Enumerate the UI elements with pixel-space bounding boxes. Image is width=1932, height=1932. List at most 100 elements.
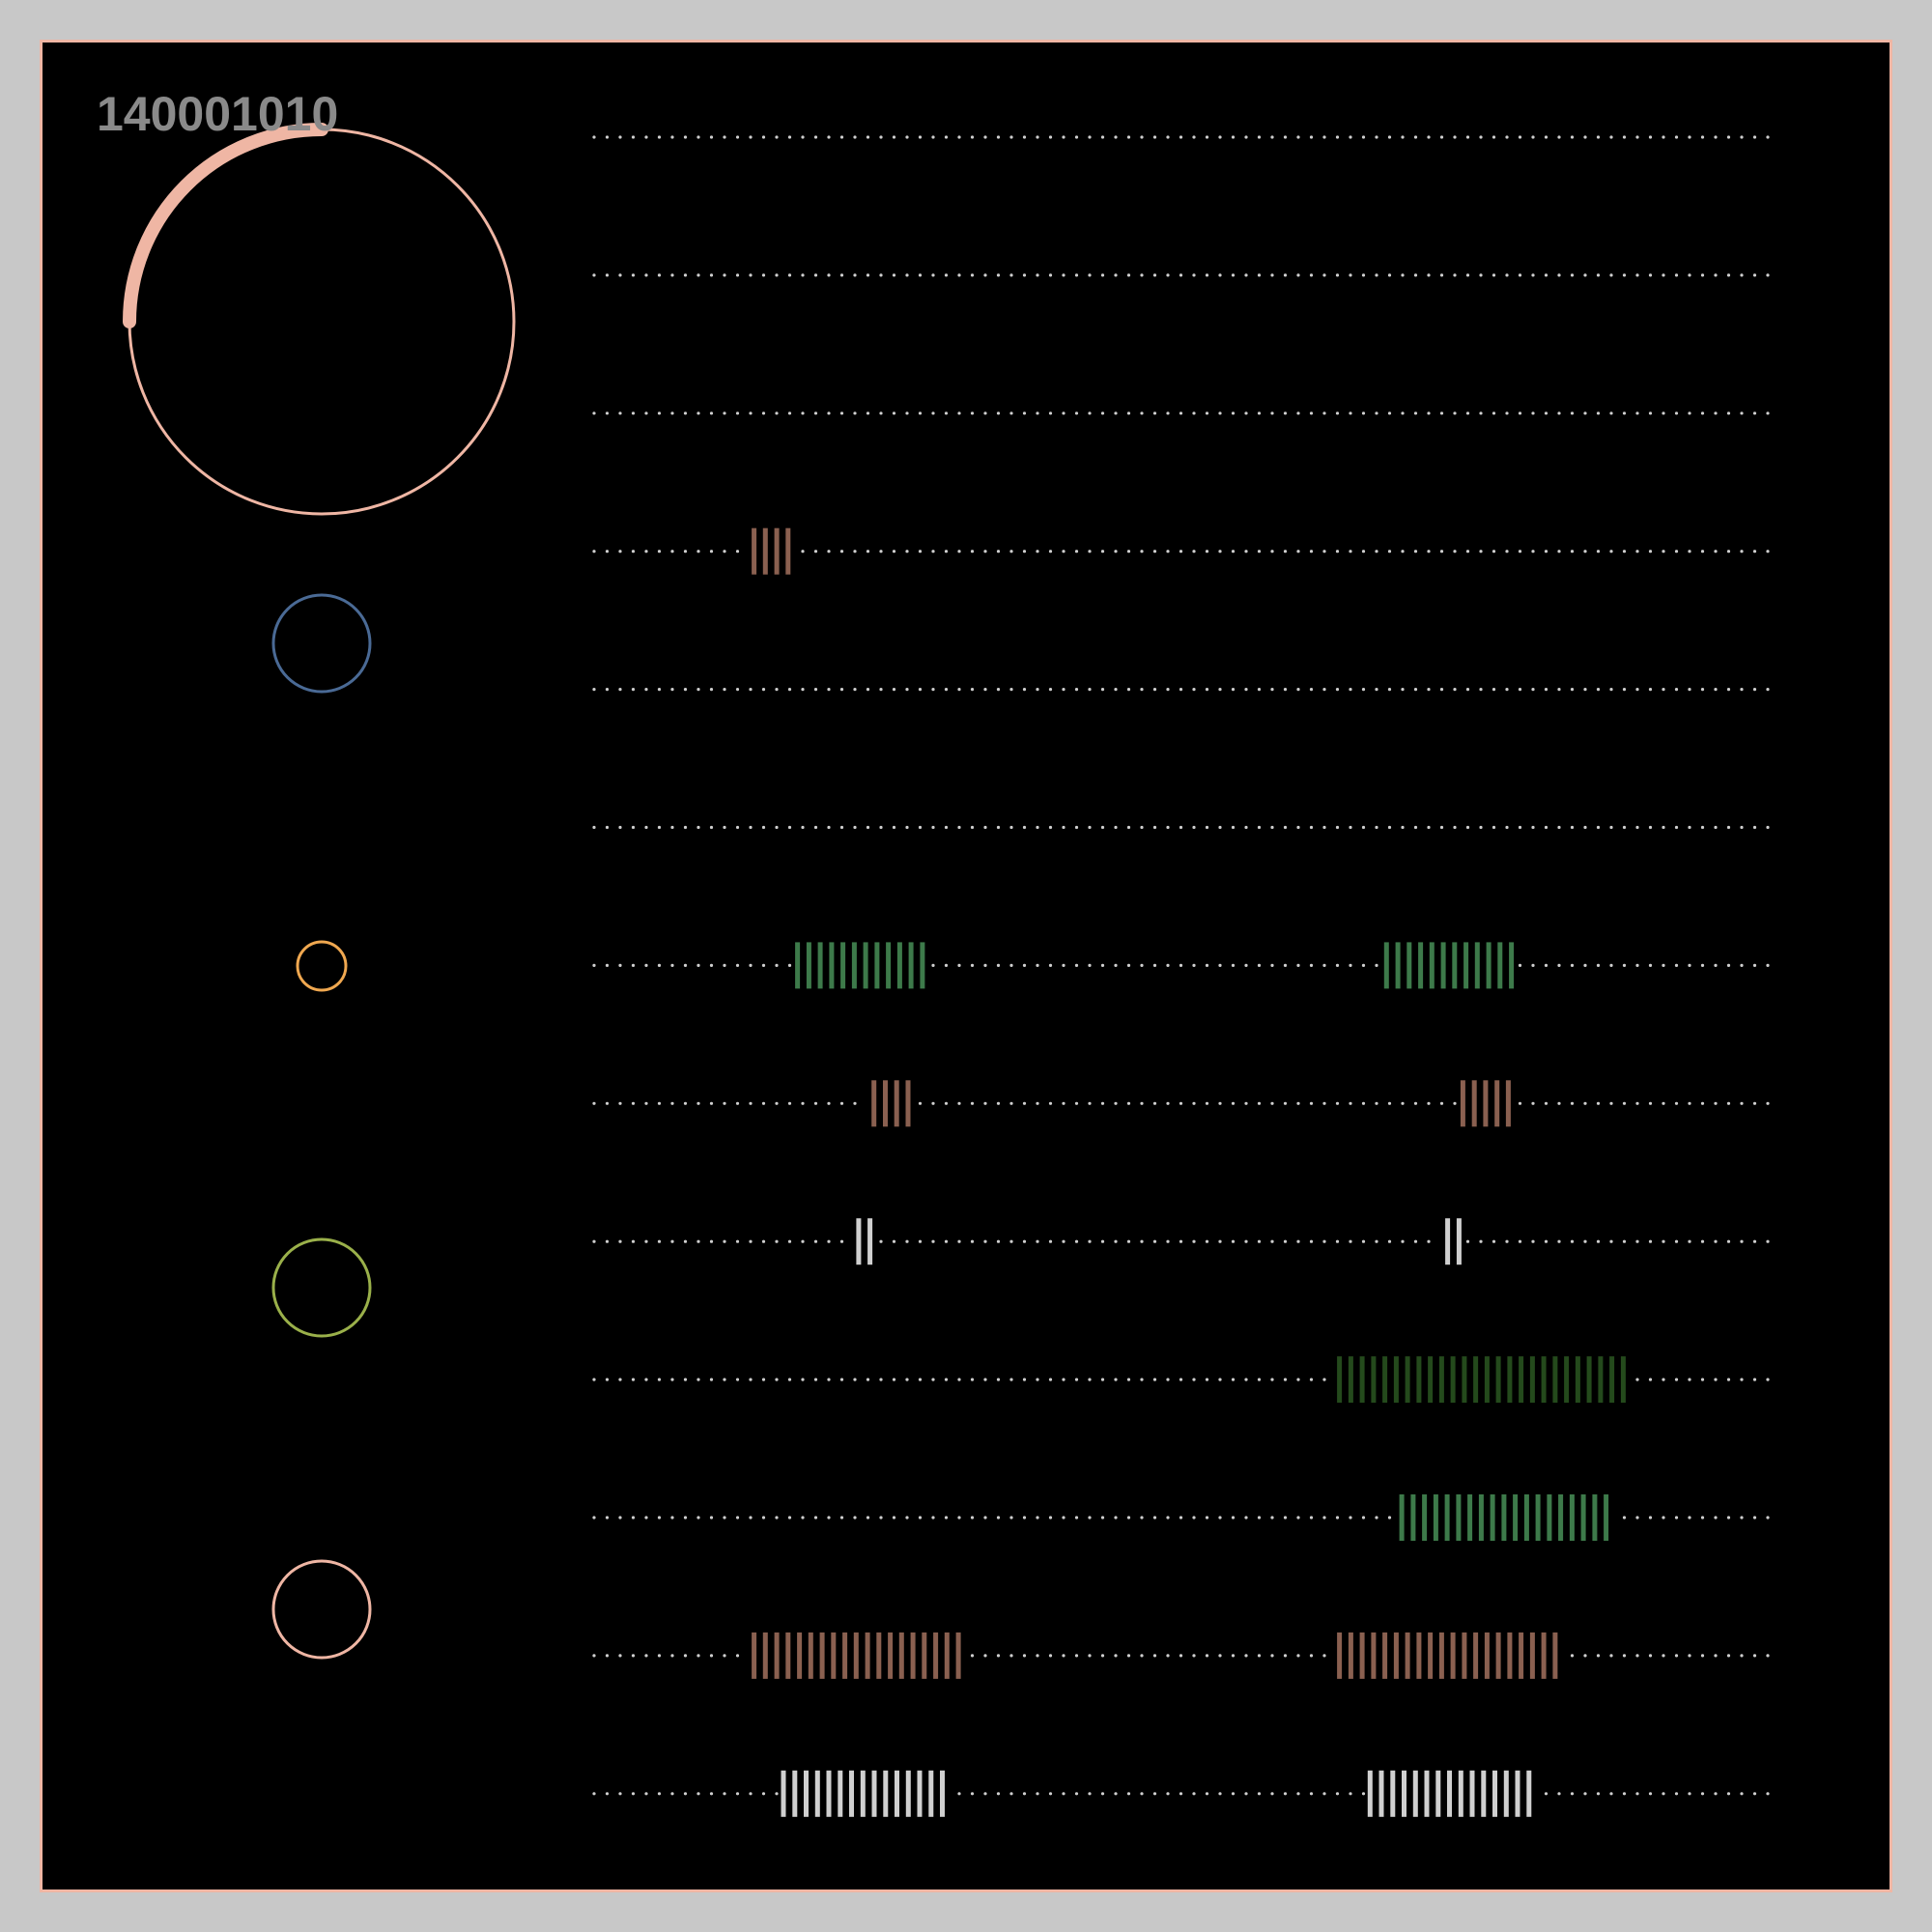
track-dot: [1088, 825, 1092, 830]
step-bar: [1478, 1494, 1484, 1541]
track-dot: [1309, 1654, 1314, 1658]
step-bar: [1507, 1356, 1513, 1404]
track-dot: [983, 550, 987, 554]
track-dot: [1022, 550, 1027, 554]
track-dot: [1465, 550, 1470, 554]
track-dot: [1100, 825, 1105, 830]
track-segment[interactable]: [752, 1632, 961, 1679]
track-dot: [1100, 1792, 1105, 1796]
track-dot: [631, 963, 636, 968]
track-lane: [592, 1632, 1770, 1679]
track-dot: [618, 1101, 622, 1105]
track-dot: [1322, 688, 1326, 692]
track-segment[interactable]: [1399, 1494, 1609, 1541]
step-bar: [762, 1632, 768, 1679]
track-dot: [1022, 412, 1027, 415]
track-dot: [1022, 1101, 1027, 1105]
track-dot: [1375, 550, 1378, 554]
track-dot: [1570, 1792, 1575, 1796]
track-dot: [905, 273, 909, 277]
track-segment[interactable]: [856, 1218, 873, 1265]
track-dot: [1309, 412, 1314, 415]
track-dot: [1752, 1516, 1757, 1520]
track-segment[interactable]: [1383, 942, 1515, 989]
track-dot: [996, 825, 1001, 830]
track-dot: [970, 1239, 975, 1243]
track-dot: [723, 825, 726, 830]
step-bar: [1513, 1494, 1519, 1541]
step-bar: [1393, 1632, 1399, 1679]
track-dot: [1257, 1654, 1262, 1658]
track-dot: [1244, 1654, 1248, 1658]
track-dot: [1088, 1239, 1092, 1243]
track-dot: [683, 1516, 688, 1520]
track-dot: [631, 1654, 636, 1658]
track-dot: [1205, 273, 1209, 277]
track-dot: [1583, 963, 1587, 968]
track-segment[interactable]: [752, 527, 791, 575]
step-bar: [1444, 1494, 1450, 1541]
track-dot: [1309, 550, 1314, 554]
step-bar: [785, 1632, 791, 1679]
step-bar: [896, 942, 902, 989]
track-dot: [944, 688, 949, 692]
track-dot: [696, 688, 700, 692]
track-dot: [709, 550, 714, 554]
track-dot: [787, 412, 792, 415]
track-dot: [761, 273, 766, 277]
track-dot: [1322, 1654, 1326, 1658]
track-segment[interactable]: [1445, 1218, 1462, 1265]
track-dot: [879, 550, 883, 554]
track-segment[interactable]: [795, 942, 925, 989]
step-bar: [1371, 1356, 1377, 1404]
track-dot: [1766, 1792, 1770, 1796]
step-bar: [1383, 942, 1389, 989]
track-segment[interactable]: [871, 1080, 911, 1127]
track-dot: [983, 1239, 987, 1243]
track-dot: [996, 1378, 1001, 1381]
track-dot: [853, 550, 857, 554]
track-dot: [1022, 273, 1027, 277]
track-dot: [1674, 1101, 1679, 1105]
track-dot: [761, 688, 766, 692]
track-dot: [1074, 1792, 1079, 1796]
track-dot: [1401, 412, 1405, 415]
track-dot: [1205, 825, 1209, 830]
track-segment[interactable]: [781, 1770, 946, 1817]
track-dot: [1296, 1792, 1300, 1796]
track-dot: [1688, 688, 1691, 692]
track-dot: [1088, 1654, 1092, 1658]
step-bar: [905, 1080, 911, 1127]
track-dot: [1544, 273, 1548, 277]
track-dot: [1179, 688, 1183, 692]
track-dot: [1270, 550, 1274, 554]
track-dot: [1166, 963, 1170, 968]
track-segment[interactable]: [1337, 1632, 1558, 1679]
step-bar: [1492, 1770, 1497, 1817]
track-dot: [1740, 1101, 1744, 1105]
track-dot: [1635, 1792, 1639, 1796]
track-dot: [1152, 1516, 1157, 1520]
step-bar: [1469, 1770, 1475, 1817]
track-dot: [1231, 135, 1236, 139]
step-bar: [1348, 1632, 1353, 1679]
track-dot: [1505, 688, 1509, 692]
track-dot: [1674, 1239, 1679, 1243]
counter-label: 140001010: [97, 87, 338, 141]
track-segment[interactable]: [1367, 1770, 1532, 1817]
track-dot: [983, 963, 987, 968]
track-dot: [827, 550, 831, 554]
track-dot: [1114, 1516, 1118, 1520]
step-bar: [1473, 1632, 1479, 1679]
track-dot: [735, 1654, 740, 1658]
track-dot: [1335, 825, 1340, 830]
step-bar: [1456, 1218, 1462, 1265]
track-dot: [1036, 1654, 1039, 1658]
track-segment[interactable]: [1460, 1080, 1511, 1127]
track-segment[interactable]: [1337, 1356, 1626, 1404]
track-dot: [866, 1516, 870, 1520]
track-dot: [1100, 963, 1105, 968]
track-dot: [605, 412, 610, 415]
track-dot: [709, 135, 714, 139]
track-dot: [1309, 1239, 1314, 1243]
